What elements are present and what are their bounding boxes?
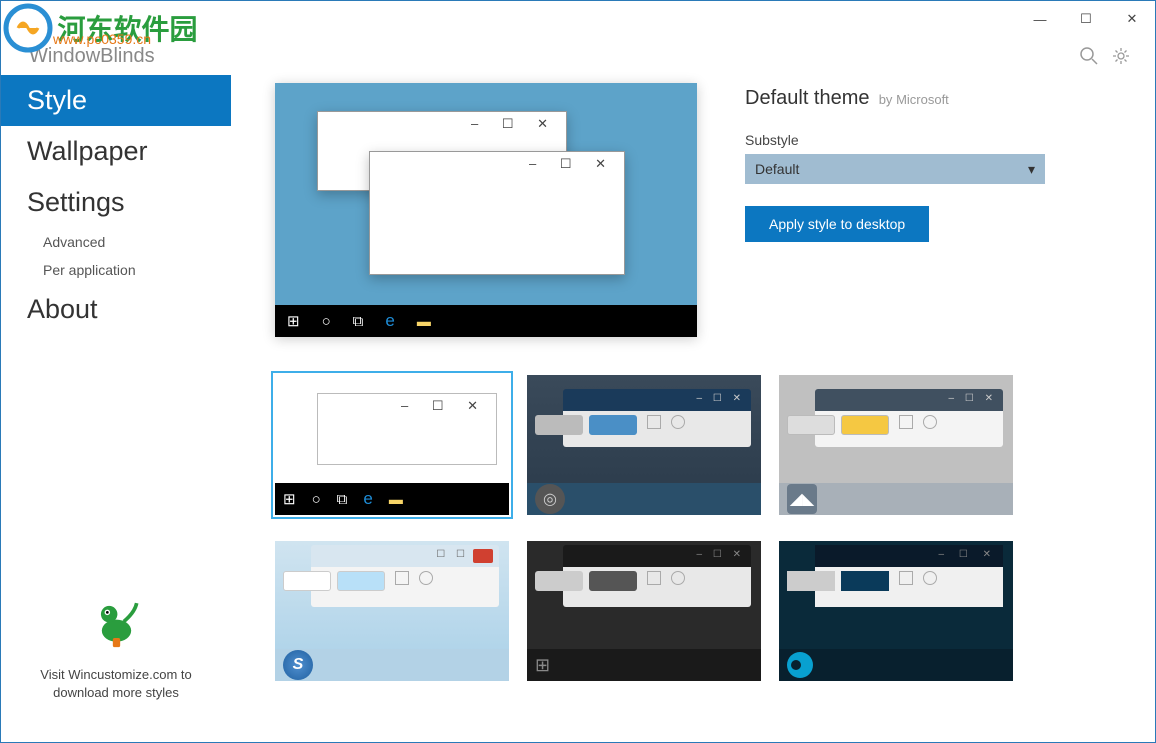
substyle-value: Default [755,161,799,177]
start-icon [787,652,813,678]
footer-text[interactable]: Visit Wincustomize.com to download more … [31,666,201,702]
taskview-icon: ⧉ [353,313,364,330]
start-icon: S [283,650,313,680]
nav-style[interactable]: Style [1,75,231,126]
start-icon: ⊞ [283,490,296,508]
app-name-prefix: Window [29,45,100,67]
header-row: WindowBlinds [1,37,1155,75]
nav-about[interactable]: About [1,284,231,335]
edge-icon: e [363,489,372,509]
preview-window-front: – ☐ ✕ [369,151,625,275]
start-icon: ⊞ [535,655,550,676]
mascot-icon [89,594,144,649]
nav-settings-advanced[interactable]: Advanced [1,228,231,256]
cortana-icon: ○ [312,491,321,508]
edge-icon: e [385,311,394,331]
theme-thumbnail[interactable]: – ☐ ✕ [779,541,1013,681]
gear-icon[interactable] [1111,46,1131,66]
apply-style-button[interactable]: Apply style to desktop [745,206,929,242]
substyle-select[interactable]: Default ▾ [745,154,1045,184]
theme-thumbnail[interactable]: – ☐ ✕ ◎ [527,375,761,515]
titlebar: — ☐ ✕ [1,1,1155,37]
folder-icon: ▬ [417,313,431,329]
maximize-button[interactable]: ☐ [1063,4,1109,34]
substyle-label: Substyle [745,132,1085,148]
window-controls-icon: – ☐ ✕ [370,152,624,176]
taskview-icon: ⧉ [337,491,348,508]
folder-icon: ▬ [389,491,403,507]
nav-settings-per-application[interactable]: Per application [1,256,231,284]
start-icon: ◢◣ [787,484,817,514]
sidebar-footer: Visit Wincustomize.com to download more … [1,574,231,742]
theme-preview-large: – ☐ ✕ – ☐ ✕ ⊞ ○ ⧉ e ▬ [275,83,697,337]
nav-wallpaper[interactable]: Wallpaper [1,126,231,177]
preview-taskbar: ⊞ ○ ⧉ e ▬ [275,305,697,337]
nav-settings[interactable]: Settings [1,177,231,228]
theme-thumbnail[interactable]: – ☐ ✕ ⊞ [527,541,761,681]
close-button[interactable]: ✕ [1109,4,1155,34]
window-controls-icon: – ☐ ✕ [318,112,566,136]
theme-thumbnail[interactable]: ☐ ☐ S [275,541,509,681]
sidebar: Style Wallpaper Settings Advanced Per ap… [1,75,231,742]
minimize-button[interactable]: — [1017,4,1063,34]
start-icon: ◎ [535,484,565,514]
theme-title: Default theme by Microsoft [745,87,1085,110]
search-icon[interactable] [1079,46,1099,66]
start-icon: ⊞ [287,312,300,330]
chevron-down-icon: ▾ [1028,161,1035,178]
app-logo: WindowBlinds [29,45,155,68]
theme-thumbnail[interactable]: – ☐ ✕ ◢◣ [779,375,1013,515]
theme-thumbnail[interactable]: – ☐ ✕ ⊞ ○ ⧉ e ▬ [275,375,509,515]
app-name-suffix: Blinds [100,45,154,67]
cortana-icon: ○ [322,313,331,330]
